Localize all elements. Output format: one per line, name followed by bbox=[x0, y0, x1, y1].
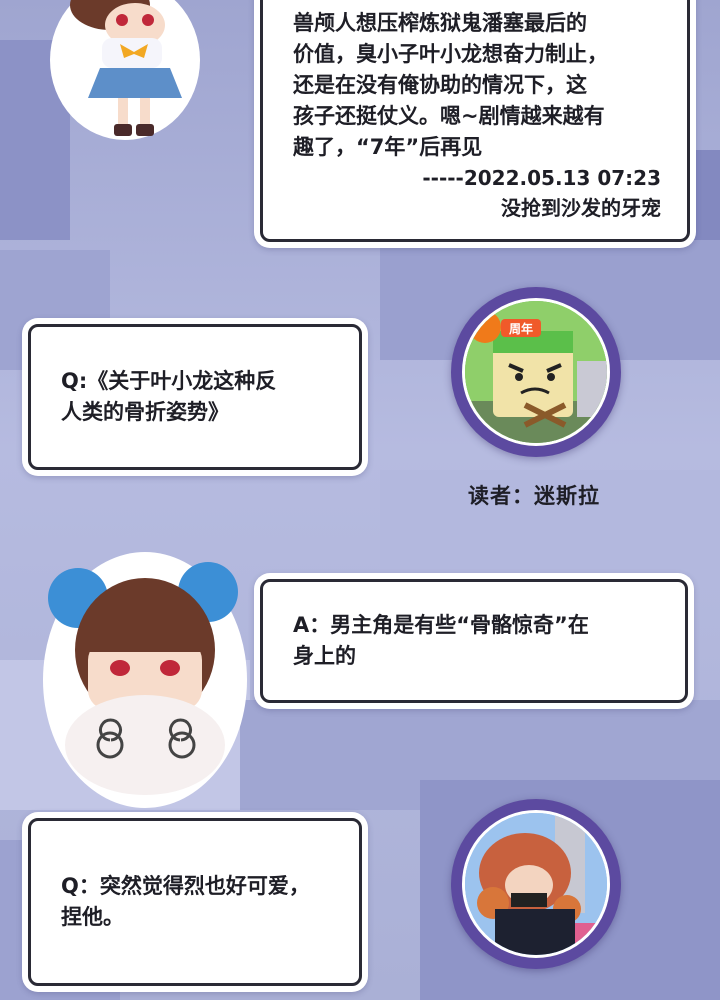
answer-text: A：男主角是有些“骨骼惊奇”在 身上的 bbox=[293, 613, 589, 668]
question-text: Q:《关于叶小龙这种反 人类的骨折姿势》 bbox=[61, 369, 277, 424]
badge-text: 周年 bbox=[509, 321, 533, 336]
question-text: Q：突然觉得烈也好可爱， 捏他。 bbox=[61, 874, 310, 929]
answer-card-2: A：男主角是有些“骨骼惊奇”在 身上的 bbox=[254, 573, 694, 709]
answer-card-1: 兽颅人想压榨炼狱鬼潘塞最后的 价值，臭小子叶小龙想奋力制止， 还是在没有俺协助的… bbox=[254, 0, 696, 248]
reader-name-label: 读者：迷斯拉 bbox=[468, 484, 600, 508]
question-card-2: Q：突然觉得烈也好可爱， 捏他。 bbox=[22, 812, 368, 992]
answer-signature: -----2022.05.13 07:23 没抢到沙发的牙宠 bbox=[422, 166, 661, 220]
reader-avatar[interactable]: 周年 bbox=[451, 287, 621, 457]
question-card-1: Q:《关于叶小龙这种反 人类的骨折姿势》 bbox=[22, 318, 368, 476]
chibi-girl-mascot-top bbox=[40, 0, 210, 145]
reader-avatar-2[interactable] bbox=[451, 799, 621, 969]
chibi-girl-bun-mascot bbox=[40, 540, 250, 810]
answer-text: 兽颅人想压榨炼狱鬼潘塞最后的 价值，臭小子叶小龙想奋力制止， 还是在没有俺协助的… bbox=[293, 11, 608, 159]
